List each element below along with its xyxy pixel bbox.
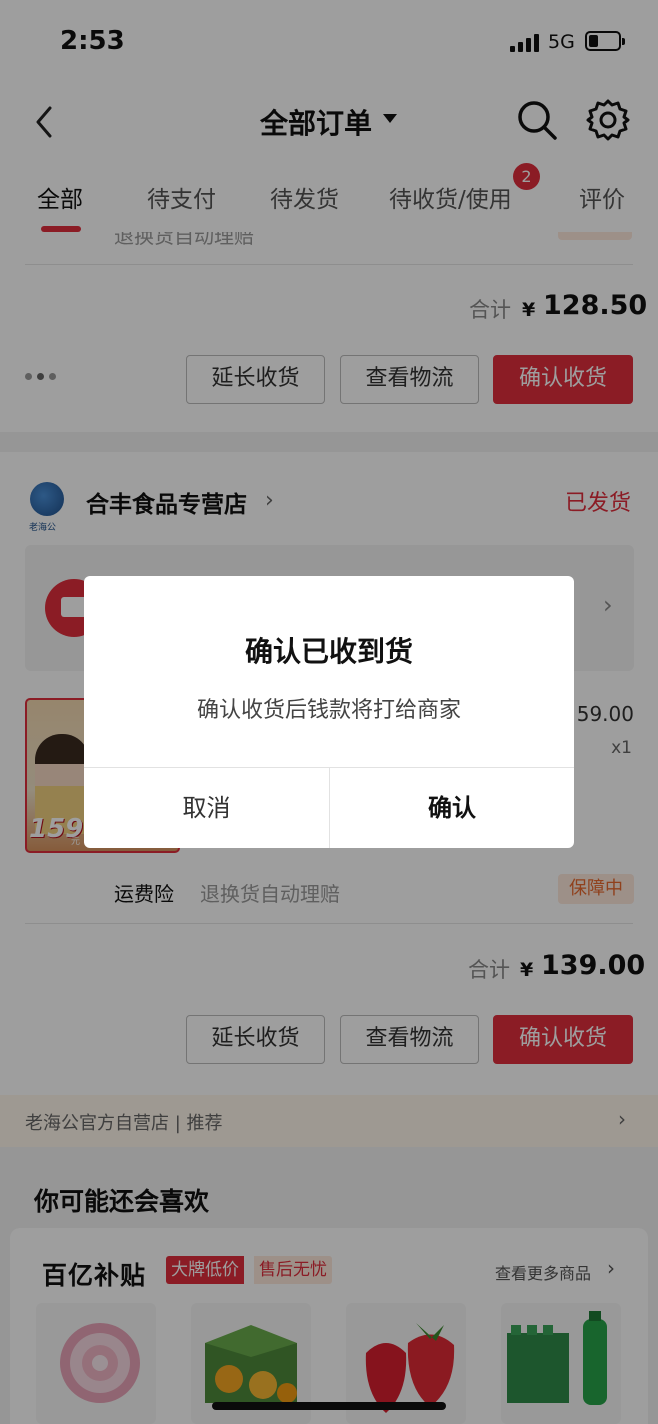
confirm-button[interactable]: 确认 xyxy=(330,768,574,848)
cancel-button[interactable]: 取消 xyxy=(84,768,329,848)
dialog-message: 确认收货后钱款将打给商家 xyxy=(196,698,461,723)
dialog-title: 确认已收到货 xyxy=(244,635,413,668)
confirm-receipt-dialog: 确认已收到货 确认收货后钱款将打给商家 取消 确认 xyxy=(84,576,574,848)
